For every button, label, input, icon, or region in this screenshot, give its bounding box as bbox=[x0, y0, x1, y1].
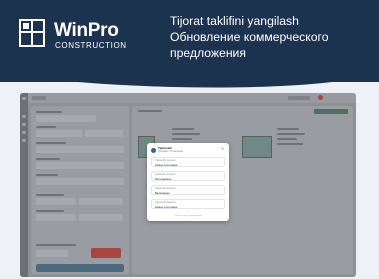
sidebar-icon[interactable] bbox=[22, 139, 26, 142]
notification-item[interactable]: Тарасов5 уведомл. Новое состояние bbox=[151, 157, 225, 167]
spec-line bbox=[277, 128, 299, 130]
notification-item[interactable]: Тарасов5 уведомл. Новое состояние bbox=[151, 199, 225, 209]
form-field[interactable] bbox=[79, 198, 123, 205]
notification-label: Тарасов5 уведомл. bbox=[155, 201, 177, 205]
notification-label: Тарасов5 уведомл. bbox=[155, 187, 177, 191]
show-all-link[interactable]: Показать все уведомления bbox=[147, 215, 229, 217]
notification-label: Тарасов5 уведомл. bbox=[155, 159, 177, 163]
window-frame-icon bbox=[19, 19, 45, 47]
sidebar-icon[interactable] bbox=[22, 97, 26, 100]
notifications-modal: Тарасов5 Продажи / Установщик × Тарасов5… bbox=[147, 143, 229, 221]
add-item-button[interactable] bbox=[314, 109, 348, 114]
notification-item[interactable]: Тарасов5 уведомл. Изготовлено bbox=[151, 171, 225, 181]
topbar-user[interactable] bbox=[288, 96, 310, 100]
form-field[interactable] bbox=[36, 130, 82, 137]
app-topbar bbox=[28, 93, 356, 103]
red-action-button[interactable] bbox=[91, 248, 121, 258]
form-label bbox=[36, 111, 62, 113]
topbar-tab[interactable] bbox=[32, 96, 46, 100]
notification-label: Тарасов5 уведомл. bbox=[155, 173, 177, 177]
headline-line-2: Обновление коммерческого bbox=[170, 30, 329, 44]
modal-subtitle: Продажи / Установщик bbox=[158, 150, 184, 153]
panel-heading bbox=[138, 110, 162, 112]
sidebar-icon[interactable] bbox=[22, 131, 26, 134]
spec-line bbox=[172, 128, 194, 130]
form-field[interactable] bbox=[36, 146, 124, 153]
form-label bbox=[36, 194, 64, 196]
page-headline: Tijorat taklifini yangilash Обновление к… bbox=[170, 13, 328, 61]
form-label bbox=[36, 210, 64, 212]
submit-button[interactable] bbox=[36, 264, 124, 272]
sidebar-icon[interactable] bbox=[22, 115, 26, 118]
spec-line bbox=[277, 133, 305, 135]
window-thumbnail[interactable] bbox=[242, 136, 272, 158]
form-field[interactable] bbox=[36, 198, 76, 205]
brand-tagline: CONSTRUCTION bbox=[55, 41, 127, 50]
form-label bbox=[36, 174, 58, 176]
sidebar-icon[interactable] bbox=[22, 123, 26, 126]
form-label bbox=[36, 142, 66, 144]
form-label bbox=[36, 158, 60, 160]
notification-status: Изготовлено bbox=[155, 177, 172, 181]
spec-line bbox=[277, 138, 297, 140]
notification-status: Новое состояние bbox=[155, 205, 178, 209]
form-field[interactable] bbox=[36, 178, 124, 185]
close-icon[interactable]: × bbox=[221, 146, 224, 151]
notification-status: Выполнено bbox=[155, 191, 170, 195]
notification-icon[interactable] bbox=[318, 95, 323, 100]
brand-name: WinPro bbox=[54, 20, 119, 41]
avatar bbox=[151, 148, 156, 153]
form-field[interactable] bbox=[36, 115, 96, 122]
spec-line bbox=[172, 138, 192, 140]
form-field[interactable] bbox=[79, 214, 123, 221]
form-field[interactable] bbox=[36, 214, 76, 221]
notification-item[interactable]: Тарасов5 уведомл. Выполнено bbox=[151, 185, 225, 195]
headline-line-3: предложения bbox=[170, 46, 246, 60]
order-form-panel bbox=[31, 106, 129, 274]
form-field[interactable] bbox=[85, 130, 123, 137]
spec-line bbox=[277, 143, 303, 145]
form-label bbox=[36, 244, 76, 246]
notification-status: Новое состояние bbox=[155, 163, 178, 167]
form-field[interactable] bbox=[36, 250, 68, 257]
headline-line-1: Tijorat taklifini yangilash bbox=[170, 14, 299, 28]
spec-line bbox=[172, 133, 200, 135]
form-field[interactable] bbox=[36, 162, 124, 169]
app-sidebar bbox=[20, 93, 28, 277]
form-label bbox=[36, 126, 56, 128]
